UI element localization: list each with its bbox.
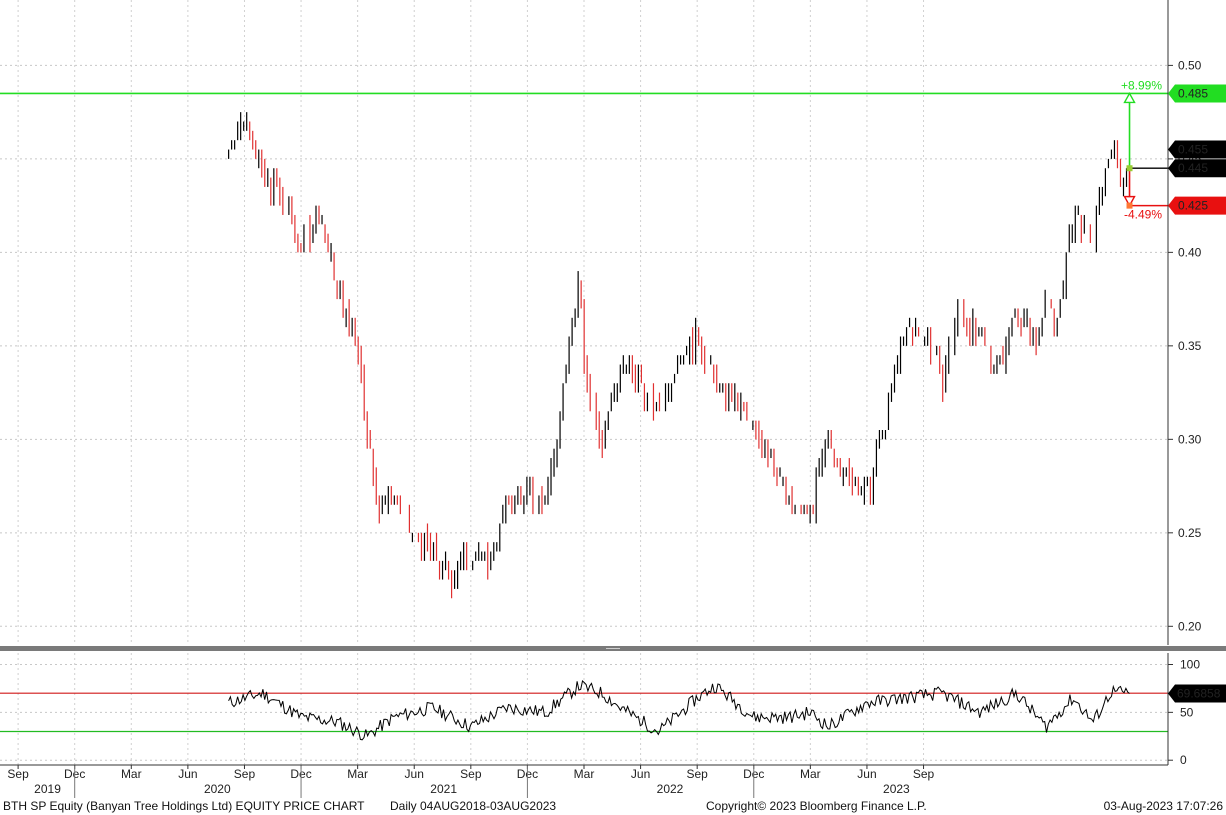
price-tick-label: 0.20 [1178, 619, 1202, 633]
month-tick-label: Mar [800, 767, 821, 781]
month-tick-label: Sep [686, 767, 708, 781]
entry-marker [1126, 165, 1133, 172]
price-tick-label: 0.35 [1178, 339, 1202, 353]
month-tick-label: Mar [347, 767, 368, 781]
month-tick-label: Sep [234, 767, 256, 781]
price-tick-label: 0.30 [1178, 432, 1202, 446]
stop-pct-label: -4.49% [1124, 208, 1162, 222]
month-tick-label: Jun [631, 767, 650, 781]
stop-tag-label: 0.425 [1178, 199, 1208, 213]
last-price-tag-label: 0.455 [1178, 143, 1208, 157]
rsi-tick-label: 100 [1180, 657, 1200, 671]
price-chart: +8.99%-4.49% 0.200.250.300.350.400.450.5… [0, 0, 1226, 813]
copyright: Copyright© 2023 Bloomberg Finance L.P. [706, 799, 927, 813]
year-label: 2022 [657, 782, 684, 796]
rsi-tick-label: 0 [1180, 753, 1187, 767]
month-tick-label: Mar [121, 767, 142, 781]
chart-title: BTH SP Equity (Banyan Tree Holdings Ltd)… [3, 799, 365, 813]
chart-range: Daily 04AUG2018-03AUG2023 [390, 799, 556, 813]
year-label: 2020 [204, 782, 231, 796]
rsi-grid [0, 653, 1168, 765]
chart-footer: BTH SP Equity (Banyan Tree Holdings Ltd)… [3, 799, 1223, 813]
price-tick-label: 0.50 [1178, 58, 1202, 72]
panel-divider[interactable] [0, 646, 1226, 651]
target-arrow-head [1123, 91, 1136, 104]
month-tick-label: Sep [7, 767, 29, 781]
price-tick-label: 0.25 [1178, 526, 1202, 540]
month-tick-label: Jun [857, 767, 876, 781]
month-tick-label: Jun [178, 767, 197, 781]
rsi-axis: 0 50 100 69.6858 [1167, 653, 1226, 767]
price-candles [228, 112, 1128, 599]
month-tick-label: Sep [460, 767, 482, 781]
target-tag-label: 0.485 [1178, 86, 1208, 100]
year-label: 2023 [883, 782, 910, 796]
timestamp: 03-Aug-2023 17:07:26 [1104, 799, 1224, 813]
month-tick-label: Jun [405, 767, 424, 781]
month-tick-label: Sep [913, 767, 935, 781]
rsi-tick-label: 50 [1180, 705, 1194, 719]
month-tick-label: Mar [574, 767, 595, 781]
price-axis: 0.200.250.300.350.400.450.500.4850.4550.… [1167, 0, 1226, 645]
year-label: 2019 [34, 782, 61, 796]
year-label: 2021 [430, 782, 457, 796]
target-pct-label: +8.99% [1121, 78, 1162, 92]
price-tick-label: 0.40 [1178, 245, 1202, 259]
entry-tag-label: 0.445 [1178, 161, 1208, 175]
time-axis: Sep Dec Mar Jun Sep Dec Mar Jun Sep Dec Mar Jun Sep D… [0, 764, 1168, 798]
rsi-current-label: 69.6858 [1177, 687, 1221, 701]
